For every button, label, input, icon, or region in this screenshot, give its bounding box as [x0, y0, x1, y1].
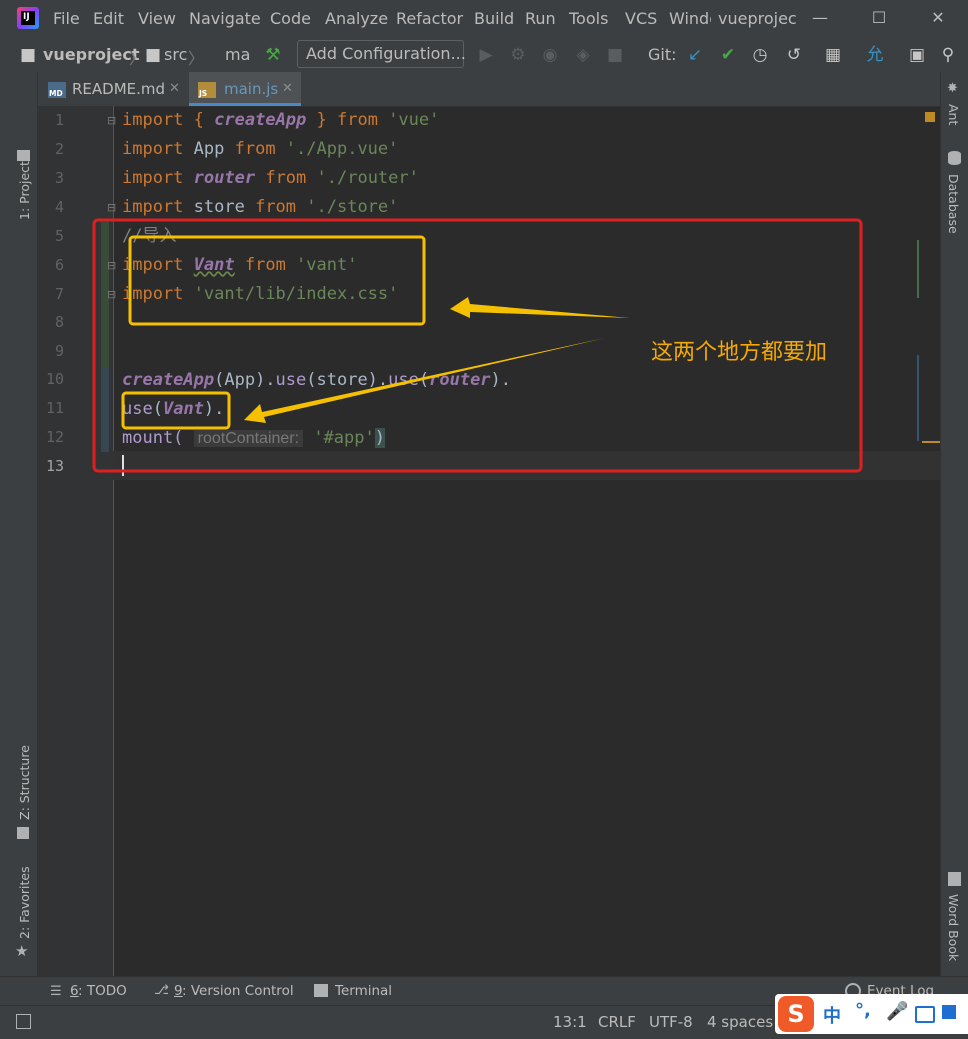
- version-control-icon: ⎇: [154, 983, 169, 998]
- terminal-icon: [314, 984, 328, 997]
- annotation-overlay: [92, 218, 863, 473]
- keyboard-icon[interactable]: [915, 1006, 935, 1023]
- ime-menu-icon[interactable]: [942, 1005, 956, 1019]
- toggle-tool-windows-icon[interactable]: [16, 1014, 31, 1029]
- ime-punctuation[interactable]: °,: [855, 1000, 871, 1021]
- terminal-tool-button[interactable]: Terminal: [335, 983, 392, 999]
- version-control-tool-button[interactable]: : Version Control: [182, 983, 294, 999]
- annotation-text: 这两个地方都要加: [651, 340, 828, 365]
- microphone-icon[interactable]: 🎤: [886, 1001, 908, 1022]
- indent-setting[interactable]: 4 spaces: [707, 1013, 773, 1031]
- sogou-logo-icon[interactable]: S: [778, 996, 814, 1032]
- import-highlight-box: [128, 235, 426, 326]
- ime-language[interactable]: 中: [823, 1002, 841, 1028]
- file-encoding[interactable]: UTF-8: [649, 1013, 693, 1031]
- line-separator[interactable]: CRLF: [598, 1013, 636, 1031]
- caret-position[interactable]: 13:1: [553, 1013, 587, 1031]
- use-highlight-box: [121, 391, 231, 430]
- todo-tool-button[interactable]: : TODO: [78, 983, 127, 999]
- todo-list-icon: ☰: [50, 984, 62, 999]
- ime-toolbar: S 中 °, 🎤: [775, 994, 968, 1034]
- arrow-to-use: [244, 338, 605, 423]
- arrow-to-import: [450, 297, 630, 318]
